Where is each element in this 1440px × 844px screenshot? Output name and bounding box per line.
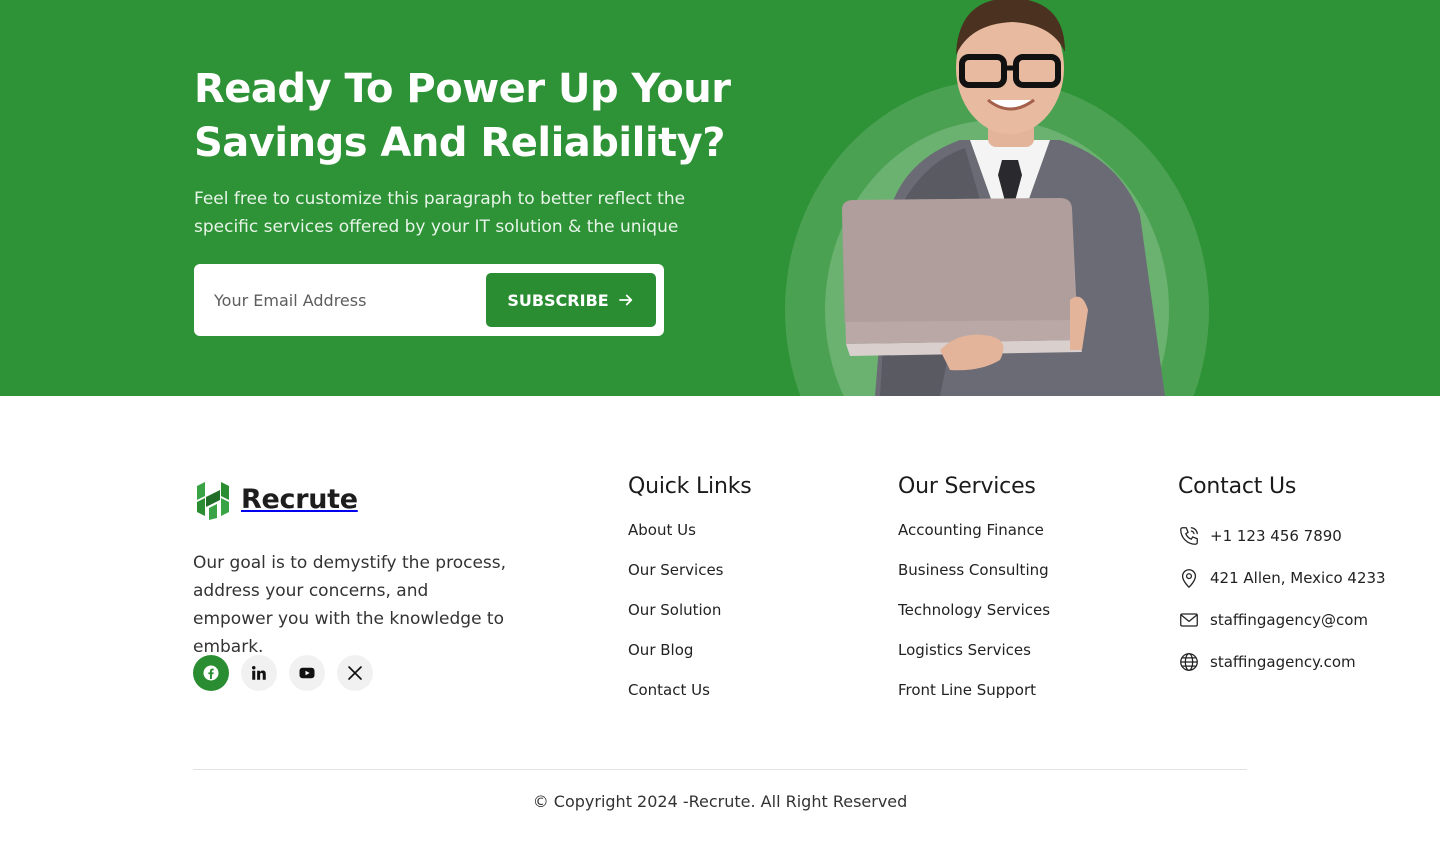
mail-icon [1180,613,1198,627]
x-icon [348,666,362,680]
list-item: Accounting Finance [898,521,1050,561]
copyright-text: © Copyright 2024 -Recrute. All Right Res… [532,792,908,811]
service-link-logistics-services[interactable]: Logistics Services [898,641,1031,659]
contact-website: staffingagency.com [1178,641,1386,683]
services-title: Our Services [898,474,1036,499]
quick-link-our-services[interactable]: Our Services [628,561,724,579]
quick-link-about-us[interactable]: About Us [628,521,696,539]
phone-link[interactable]: +1 123 456 7890 [1210,527,1342,545]
services-column: Our Services Accounting Finance Business… [898,474,1050,721]
service-link-front-line-support[interactable]: Front Line Support [898,681,1036,699]
subscribe-button[interactable]: SUBSCRIBE [486,273,656,327]
service-link-business-consulting[interactable]: Business Consulting [898,561,1049,579]
list-item: About Us [628,521,752,561]
website-link[interactable]: staffingagency.com [1210,653,1356,671]
x-link[interactable] [337,655,373,691]
phone-icon [1180,527,1198,545]
list-item: Our Solution [628,601,752,641]
youtube-icon [299,667,315,679]
email-input[interactable] [214,282,474,318]
email-link[interactable]: staffingagency@com [1210,611,1368,629]
list-item: Contact Us [628,681,752,721]
contact-address: 421 Allen, Mexico 4233 [1178,557,1386,599]
h-logo-icon [197,482,229,520]
facebook-link[interactable] [193,655,229,691]
subscribe-form: SUBSCRIBE [194,264,664,336]
arrow-right-icon [618,294,632,306]
contact-phone: +1 123 456 7890 [1178,515,1386,557]
quick-link-contact-us[interactable]: Contact Us [628,681,710,699]
service-link-technology-services[interactable]: Technology Services [898,601,1050,619]
globe-icon [1180,653,1198,671]
list-item: Technology Services [898,601,1050,641]
quick-links-title: Quick Links [628,474,752,499]
cta-title-line-1: Ready To Power Up Your [194,66,731,112]
contact-column: Contact Us +1 123 456 7890 421 Allen, Me… [1178,474,1386,683]
quick-links-column: Quick Links About Us Our Services Our So… [628,474,752,721]
list-item: Our Blog [628,641,752,681]
linkedin-link[interactable] [241,655,277,691]
youtube-link[interactable] [289,655,325,691]
cta-description: Feel free to customize this paragraph to… [194,189,686,237]
list-item: Our Services [628,561,752,601]
quick-link-our-solution[interactable]: Our Solution [628,601,721,619]
cta-title-line-2: Savings And Reliability? [194,120,725,166]
list-item: Front Line Support [898,681,1050,721]
list-item: Business Consulting [898,561,1050,601]
brand-name: Recrute [241,483,358,515]
contact-title: Contact Us [1178,474,1297,499]
location-pin-icon [1181,569,1197,589]
social-links [193,655,373,691]
address-text: 421 Allen, Mexico 4233 [1210,569,1386,587]
businessman-with-laptop-image [842,0,1165,396]
linkedin-icon [252,666,266,680]
list-item: Logistics Services [898,641,1050,681]
facebook-icon [203,665,219,681]
cta-title: Ready To Power Up Your Savings And Relia… [194,62,754,170]
cta-section: Ready To Power Up Your Savings And Relia… [0,0,1440,396]
service-link-accounting-finance[interactable]: Accounting Finance [898,521,1044,539]
quick-link-our-blog[interactable]: Our Blog [628,641,693,659]
about-text: Our goal is to demystify the process, ad… [193,553,507,657]
brand-logo-link[interactable]: Recrute [193,478,358,520]
footer-divider [193,769,1247,770]
subscribe-button-label: SUBSCRIBE [507,290,609,310]
contact-email: staffingagency@com [1178,599,1386,641]
